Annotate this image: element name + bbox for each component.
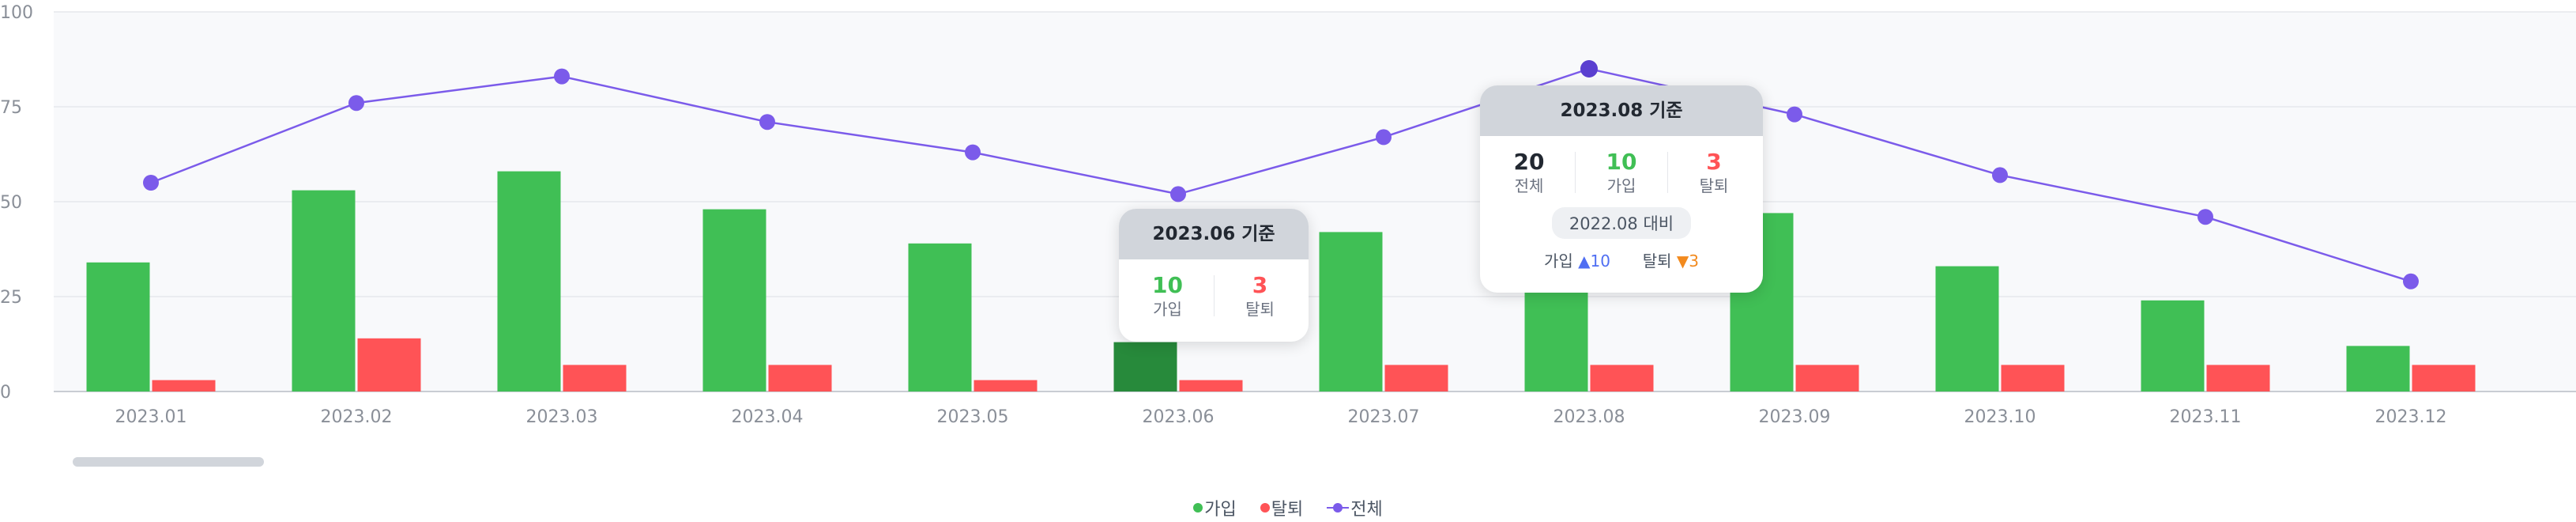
line-marker-icon [1327,502,1350,513]
y-tick-label: 50 [0,193,22,213]
join-bar [1113,342,1177,392]
legend-join-label: 가입 [1204,500,1237,520]
leave-bar [563,365,627,392]
tooltip-total-label: 전체 [1514,176,1544,195]
join-bar [702,209,766,392]
tooltip-join: 10 가입 [1122,272,1214,320]
tooltip-leave: 3 탈퇴 [1668,149,1760,196]
total-point [143,175,159,191]
leave-bar [974,380,1038,392]
legend-item-leave[interactable]: 탈퇴 [1260,495,1303,520]
leave-bar [1795,365,1859,392]
tooltip-title: 2023.08 기준 [1480,85,1763,136]
total-point [2403,273,2419,289]
tooltip-2023-08: 2023.08 기준 20 전체 10 가입 3 탈퇴 2022.08 대비 가… [1480,85,1763,293]
chart-panel: 0 25 50 75 100 2023.01 2023.02 2023.03 2023.04 20… [0,0,2576,522]
total-point [759,114,775,130]
x-tick-label: 2023.10 [1964,407,2036,427]
join-bar [292,190,356,392]
tooltip-join-label: 가입 [1606,176,1636,195]
tooltip-total: 20 전체 [1483,149,1575,196]
leave-bar [1179,380,1243,392]
total-point [1992,167,2008,183]
x-tick-label: 2023.06 [1143,407,1215,427]
join-bar [86,262,150,392]
total-point [1376,129,1392,146]
x-tick-label: 2023.03 [526,407,598,427]
tooltip-leave-value: 3 [1252,272,1268,298]
join-bar [1319,232,1383,392]
legend-total-label: 전체 [1350,500,1383,520]
leave-bar [2206,365,2270,392]
y-tick-label: 100 [0,3,33,23]
leave-change-value: 3 [1689,252,1700,270]
join-bar [497,171,561,392]
down-arrow-icon: ▼ [1676,252,1689,270]
total-point [965,144,981,161]
total-point [1787,106,1802,123]
leave-bar [357,338,421,392]
tooltip-total-value: 20 [1513,149,1545,175]
legend-item-total[interactable]: 전체 [1327,495,1383,520]
tooltip-values: 10 가입 3 탈퇴 [1119,259,1309,320]
join-dot-icon [1193,503,1203,513]
horizontal-scrollbar[interactable] [73,457,264,467]
leave-change-label: 탈퇴 [1642,252,1672,270]
tooltip-join: 10 가입 [1576,149,1667,196]
join-bar [2141,300,2205,392]
x-tick-label: 2023.02 [321,407,393,427]
x-tick-label: 2023.04 [732,407,804,427]
y-tick-label: 75 [0,98,22,118]
x-tick-label: 2023.09 [1759,407,1831,427]
x-tick-label: 2023.05 [937,407,1009,427]
leave-bar [2412,365,2476,392]
y-tick-label: 0 [0,383,11,403]
leave-dot-icon [1260,503,1270,513]
join-bar [1524,289,1588,392]
tooltip-leave-value: 3 [1706,149,1722,175]
leave-bar [1384,365,1448,392]
tooltip-2023-06: 2023.06 기준 10 가입 3 탈퇴 [1119,209,1309,342]
tooltip-leave: 3 탈퇴 [1215,272,1306,320]
total-point [1170,186,1186,202]
legend: 가입 탈퇴 전체 [0,495,2576,520]
join-change-value: 10 [1590,252,1610,270]
leave-bar [768,365,832,392]
join-bar [1935,266,1999,392]
x-tick-label: 2023.12 [2375,407,2447,427]
leave-bar [1590,365,1654,392]
tooltip-title: 2023.06 기준 [1119,209,1309,259]
join-bar [2346,346,2410,392]
join-bar [908,243,972,392]
x-tick-label: 2023.11 [2170,407,2242,427]
legend-item-join[interactable]: 가입 [1193,495,1237,520]
total-point [348,95,364,112]
tooltip-join-label: 가입 [1153,300,1182,319]
tooltip-join-value: 10 [1606,149,1637,175]
tooltip-leave-label: 탈퇴 [1245,300,1275,319]
up-arrow-icon: ▲ [1578,252,1591,270]
total-point [2198,209,2213,225]
join-change-label: 가입 [1543,252,1573,270]
x-tick-label: 2023.07 [1348,407,1420,427]
tooltip-join-value: 10 [1152,272,1183,298]
y-tick-label: 25 [0,288,22,308]
tooltip-values: 20 전체 10 가입 3 탈퇴 [1480,136,1763,196]
x-tick-label: 2023.08 [1554,407,1625,427]
leave-bar [2001,365,2065,392]
tooltip-changes: 가입 ▲10 탈퇴 ▼3 [1480,248,1763,271]
legend-leave-label: 탈퇴 [1271,500,1304,520]
leave-bar [152,380,216,392]
total-point [554,68,570,85]
x-tick-label: 2023.01 [115,407,187,427]
tooltip-compare-badge: 2022.08 대비 [1551,207,1692,239]
total-point [1580,60,1598,78]
tooltip-leave-label: 탈퇴 [1699,176,1729,195]
